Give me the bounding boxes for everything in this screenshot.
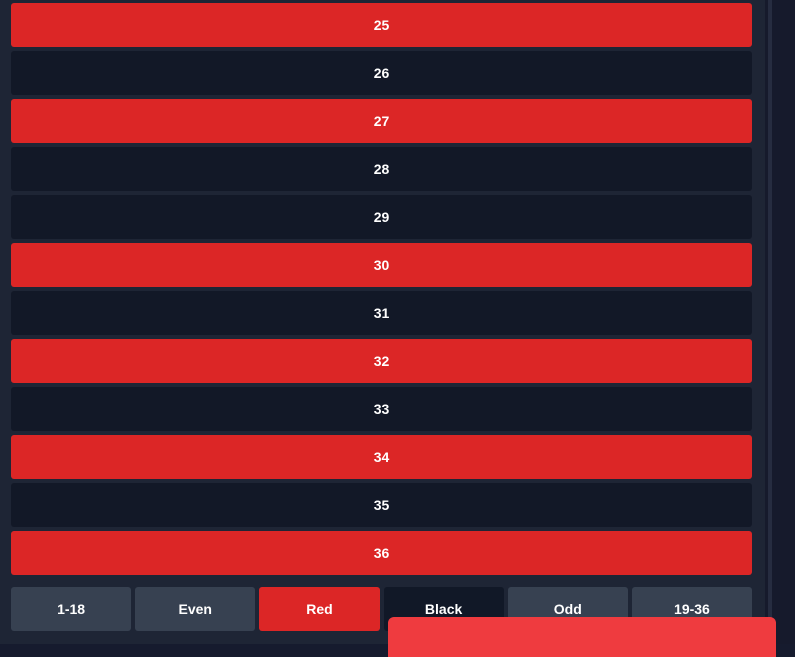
number-cell-33[interactable]: 33 xyxy=(11,387,752,431)
number-cell-36[interactable]: 36 xyxy=(11,531,752,575)
betting-board: 25 26 27 28 29 30 31 32 33 34 35 36 1-18… xyxy=(0,0,765,644)
number-cell-28[interactable]: 28 xyxy=(11,147,752,191)
number-cell-30[interactable]: 30 xyxy=(11,243,752,287)
number-cell-29[interactable]: 29 xyxy=(11,195,752,239)
number-cell-26[interactable]: 26 xyxy=(11,51,752,95)
scrollbar-thumb[interactable] xyxy=(768,0,772,644)
toast-panel xyxy=(388,617,776,657)
bet-red-button[interactable]: Red xyxy=(259,587,380,631)
number-cell-27[interactable]: 27 xyxy=(11,99,752,143)
number-list: 25 26 27 28 29 30 31 32 33 34 35 36 xyxy=(11,3,752,579)
number-cell-31[interactable]: 31 xyxy=(11,291,752,335)
scrollbar-track[interactable] xyxy=(765,0,795,644)
bet-even-button[interactable]: Even xyxy=(135,587,256,631)
number-cell-25[interactable]: 25 xyxy=(11,3,752,47)
number-cell-34[interactable]: 34 xyxy=(11,435,752,479)
number-cell-32[interactable]: 32 xyxy=(11,339,752,383)
number-cell-35[interactable]: 35 xyxy=(11,483,752,527)
bet-1-18-button[interactable]: 1-18 xyxy=(11,587,132,631)
